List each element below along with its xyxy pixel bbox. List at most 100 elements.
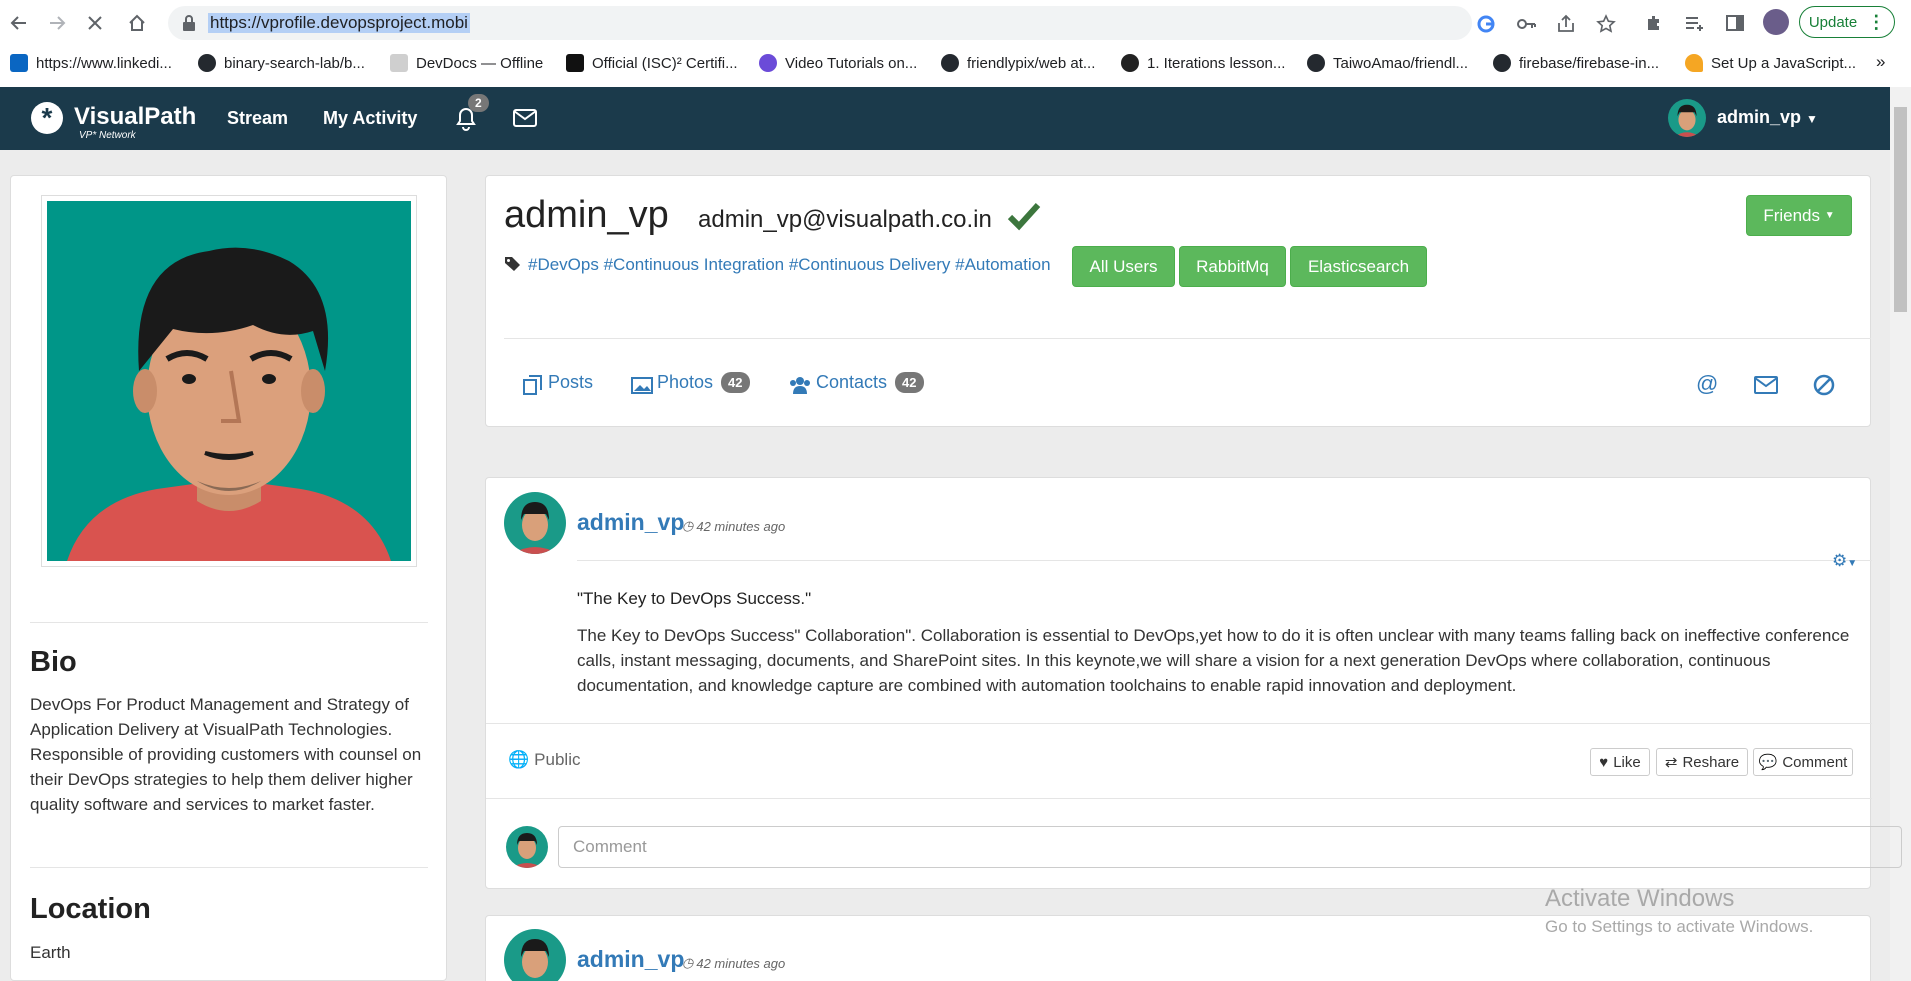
bookmarks-overflow-icon[interactable]: » [1876,52,1885,72]
d2l-icon [566,54,584,72]
friends-button[interactable]: Friends ▼ [1746,195,1852,236]
divider [504,338,1871,339]
course-icon [1121,54,1139,72]
gear-icon[interactable]: ⚙▼ [1832,551,1862,570]
forward-button[interactable] [42,8,72,38]
bookmark-4[interactable]: Video Tutorials on... [759,52,917,74]
nav-my-activity[interactable]: My Activity [323,108,417,129]
reading-list-icon[interactable] [1684,13,1704,33]
bookmark-1[interactable]: binary-search-lab/b... [198,52,365,74]
profile-tags[interactable]: #DevOps #Continuous Integration #Continu… [528,255,1051,275]
block-icon[interactable] [1813,374,1835,396]
avatar[interactable] [1668,99,1706,137]
posts-icon [523,375,542,395]
retweet-icon: ⇄ [1664,754,1678,771]
heart-icon: ♥ [1599,753,1609,771]
arrow-left-icon [10,16,26,30]
key-icon[interactable] [1516,14,1536,34]
brand-name[interactable]: VisualPath [74,103,196,131]
rabbitmq-button[interactable]: RabbitMq [1179,246,1286,287]
avatar[interactable] [504,492,566,554]
divider [30,867,428,868]
post-title: "The Key to DevOps Success." [577,589,812,608]
profile-header-card: admin_vp admin_vp@visualpath.co.in Frien… [485,175,1871,427]
post-visibility: 🌐 Public [508,750,581,769]
video-icon [759,54,777,72]
side-panel-icon[interactable] [1725,13,1745,33]
bookmark-6[interactable]: 1. Iterations lesson... [1121,52,1285,74]
bookmark-3[interactable]: Official (ISC)² Certifi... [566,52,738,74]
photos-count: 42 [721,372,750,393]
bookmark-8[interactable]: firebase/firebase-in... [1493,52,1659,74]
avatar [506,826,548,868]
close-icon [88,16,102,30]
scroll-thumb[interactable] [1894,107,1907,312]
brand-logo-icon[interactable]: * [31,102,63,134]
bookmark-0[interactable]: https://www.linkedi... [10,52,172,74]
checkmark-icon [1007,202,1041,231]
divider [486,723,1872,724]
bookmark-9[interactable]: Set Up a JavaScript... [1685,52,1856,74]
update-button[interactable]: Update ⋮ [1799,6,1895,38]
caret-down-icon: ▼ [1806,112,1818,126]
elasticsearch-button[interactable]: Elasticsearch [1290,246,1427,287]
github-icon [941,54,959,72]
stop-button[interactable] [80,8,110,38]
comment-input[interactable]: Comment [558,826,1902,868]
clock-icon: ◷ [682,518,694,533]
reshare-button[interactable]: ⇄ Reshare [1656,748,1748,776]
home-icon [129,14,145,31]
github-icon [1307,54,1325,72]
tab-posts[interactable]: Posts [548,372,593,393]
users-icon [790,377,810,394]
image-icon [631,377,653,394]
tab-photos[interactable]: Photos 42 [657,372,750,393]
like-button[interactable]: ♥ Like [1590,748,1650,776]
github-icon [1493,54,1511,72]
home-button[interactable] [122,8,152,38]
bookmark-7[interactable]: TaiwoAmao/friendl... [1307,52,1468,74]
google-icon[interactable] [1476,14,1496,34]
contacts-count: 42 [895,372,924,393]
firebase-icon [1685,54,1703,72]
divider [30,622,428,623]
mail-icon[interactable] [513,109,537,127]
kebab-menu-icon: ⋮ [1867,11,1886,32]
profile-avatar-large [41,195,417,567]
divider [577,560,1872,561]
envelope-icon[interactable] [1754,376,1778,394]
location-heading: Location [30,893,151,925]
post-card: admin_vp ◷ 42 minutes ago ⚙▼ "The Key to … [485,477,1902,889]
comment-button[interactable]: 💬 Comment [1753,748,1853,776]
post-body: The Key to DevOps Success" Collaboration… [577,626,1850,695]
bookmark-5[interactable]: friendlypix/web at... [941,52,1095,74]
bookmark-2[interactable]: DevDocs — Offline [390,52,543,74]
clock-icon: ◷ [682,955,694,970]
profile-sidebar: Bio DevOps For Product Management and St… [10,175,447,981]
profile-email: admin_vp@visualpath.co.in [698,206,992,233]
address-bar[interactable]: https://vprofile.devopsproject.mobi [168,6,1616,40]
all-users-button[interactable]: All Users [1072,246,1175,287]
back-button[interactable] [4,8,34,38]
post-author[interactable]: admin_vp [577,946,684,973]
location-text: Earth [30,943,71,962]
user-menu[interactable]: admin_vp ▼ [1717,107,1818,128]
tab-contacts[interactable]: Contacts 42 [816,372,924,393]
bio-heading: Bio [30,646,77,678]
star-icon[interactable] [1596,14,1616,34]
extensions-icon[interactable] [1644,13,1664,33]
share-icon[interactable] [1556,14,1576,34]
profile-avatar[interactable] [1763,9,1789,35]
url-text[interactable]: https://vprofile.devopsproject.mobi [208,13,470,33]
globe-icon: 🌐 [508,750,530,769]
lock-icon [183,15,195,31]
post-timestamp: ◷ 42 minutes ago [682,955,786,971]
profile-name: admin_vp [504,194,669,236]
brand-subtitle: VP* Network [79,130,136,141]
nav-stream[interactable]: Stream [227,108,288,129]
mention-icon[interactable]: @ [1696,371,1718,397]
post-author[interactable]: admin_vp [577,509,684,536]
arrow-right-icon [50,16,66,30]
avatar[interactable] [504,929,566,981]
tags-icon [505,257,520,271]
